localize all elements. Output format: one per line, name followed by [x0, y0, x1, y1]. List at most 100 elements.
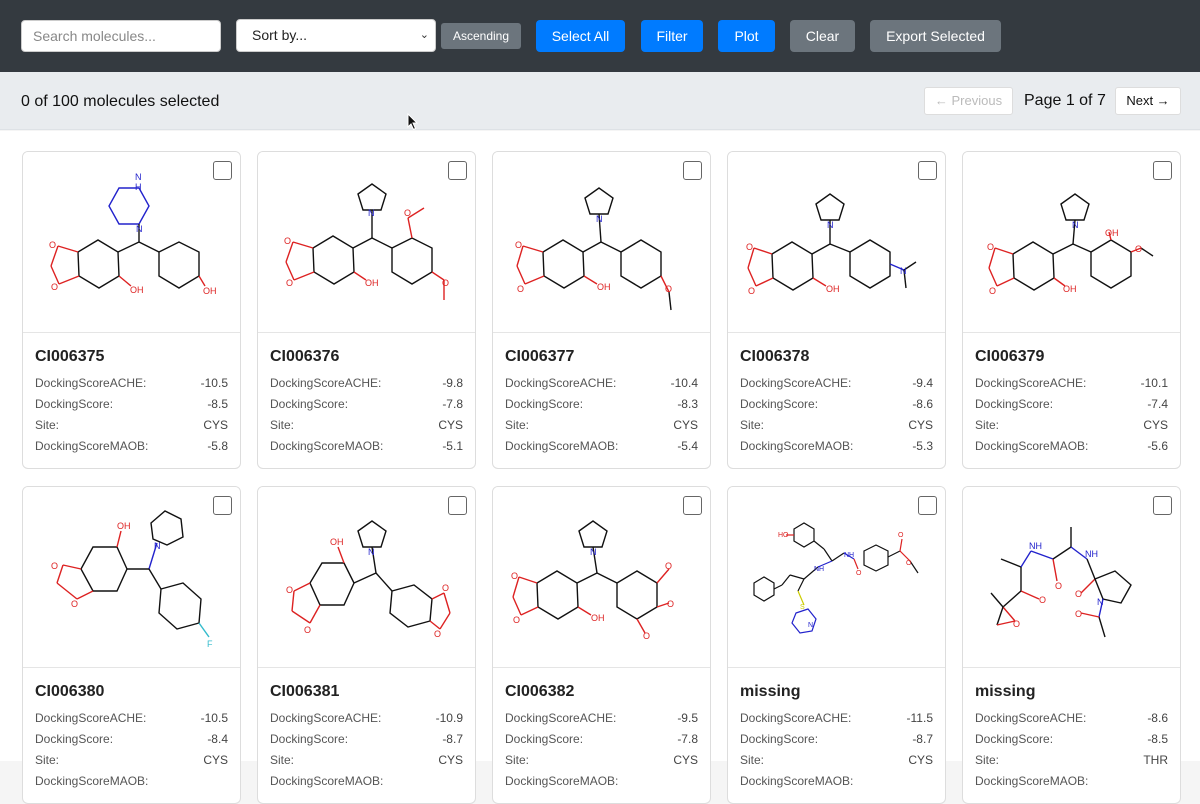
molecule-card[interactable]: N O O OH O O CI006376 DockingScoreACHE: -9.8…	[257, 151, 476, 469]
molecule-card[interactable]: NN OO OH CI006378 DockingScoreACHE: -9.4 …	[727, 151, 946, 469]
prop-value: -10.9	[435, 711, 463, 725]
select-checkbox[interactable]	[683, 161, 702, 180]
svg-text:N: N	[135, 172, 142, 182]
prop-label: DockingScoreACHE:	[505, 376, 617, 390]
svg-text:O: O	[442, 278, 449, 288]
select-checkbox[interactable]	[683, 496, 702, 515]
molecule-structure-image: NH NH OO OO NO	[963, 487, 1180, 668]
prop-value: CYS	[908, 753, 933, 767]
plot-button[interactable]: Plot	[718, 20, 775, 52]
svg-text:OH: OH	[117, 521, 131, 531]
select-checkbox[interactable]	[448, 161, 467, 180]
prop-label: DockingScore:	[740, 732, 819, 746]
svg-text:O: O	[286, 585, 293, 595]
molecule-card[interactable]: NH NH OO OO NO missing DockingScoreACHE: -…	[962, 486, 1181, 804]
molecule-id: CI006381	[270, 683, 340, 700]
prop-label: DockingScoreMAOB:	[35, 439, 149, 453]
svg-text:NH: NH	[844, 552, 854, 559]
svg-text:F: F	[207, 639, 213, 649]
prop-label: DockingScore:	[975, 732, 1054, 746]
svg-text:O: O	[513, 615, 520, 625]
molecule-id: CI006380	[35, 683, 105, 700]
prop-label: DockingScoreACHE:	[740, 711, 852, 725]
prop-value: -5.4	[677, 439, 698, 453]
svg-text:O: O	[1013, 619, 1020, 629]
svg-text:OH: OH	[330, 537, 344, 547]
molecule-card[interactable]: HN N OO OH OH CI006375 DockingScoreACHE: -…	[22, 151, 241, 469]
svg-text:N: N	[136, 224, 143, 234]
molecule-structure-image: N O O OH OH O	[963, 152, 1180, 333]
svg-text:HO: HO	[778, 532, 789, 539]
molecule-properties: DockingScoreACHE: -11.5 DockingScore: -8.7…	[740, 711, 933, 795]
svg-text:OH: OH	[203, 286, 217, 296]
ascending-toggle-button[interactable]: Ascending	[441, 23, 521, 49]
svg-text:O: O	[906, 560, 912, 567]
prop-label: DockingScore:	[975, 397, 1054, 411]
molecule-properties: DockingScoreACHE: -9.8 DockingScore: -7.8 …	[270, 376, 463, 460]
svg-text:OH: OH	[826, 284, 840, 294]
sort-select[interactable]: Sort by... ⌄	[236, 19, 436, 52]
molecule-card[interactable]: N O O OH OH O CI006379 DockingScoreACHE: -10…	[962, 151, 1181, 469]
select-checkbox[interactable]	[448, 496, 467, 515]
molecule-id: missing	[740, 683, 801, 700]
molecule-card[interactable]: N O O OH O O O CI006382 DockingScoreACHE: -9.…	[492, 486, 711, 804]
prop-value: -9.4	[912, 376, 933, 390]
svg-text:O: O	[1135, 244, 1142, 254]
svg-text:N: N	[590, 547, 597, 557]
svg-text:O: O	[1055, 581, 1062, 591]
prop-value: -10.4	[670, 376, 698, 390]
select-checkbox[interactable]	[1153, 161, 1172, 180]
prop-value: -7.4	[1147, 397, 1168, 411]
prop-label: DockingScoreACHE:	[270, 711, 382, 725]
prop-label: Site:	[740, 753, 765, 767]
molecule-structure-image: HN N OO OH OH	[23, 152, 240, 333]
mouse-cursor-icon	[407, 113, 419, 131]
select-checkbox[interactable]	[1153, 496, 1172, 515]
prop-label: DockingScoreACHE:	[270, 376, 382, 390]
svg-text:N: N	[1072, 220, 1079, 230]
prop-value: -8.7	[912, 732, 933, 746]
next-page-button[interactable]: Next →	[1115, 87, 1181, 115]
molecule-id: CI006382	[505, 683, 575, 700]
svg-text:OH: OH	[130, 285, 144, 295]
export-selected-button[interactable]: Export Selected	[870, 20, 1001, 52]
svg-text:NH: NH	[814, 566, 824, 573]
molecule-id: missing	[975, 683, 1036, 700]
prop-label: DockingScore:	[35, 732, 114, 746]
prop-label: DockingScoreMAOB:	[740, 439, 854, 453]
prop-label: Site:	[270, 418, 295, 432]
svg-text:O: O	[643, 631, 650, 641]
molecule-properties: DockingScoreACHE: -10.5 DockingScore: -8.4…	[35, 711, 228, 795]
clear-button[interactable]: Clear	[790, 20, 855, 52]
prop-label: DockingScoreMAOB:	[35, 774, 149, 788]
svg-text:O: O	[1039, 595, 1046, 605]
svg-text:O: O	[51, 561, 58, 571]
molecule-card[interactable]: N O O OH O CI006377 DockingScoreACHE: -10.4…	[492, 151, 711, 469]
molecule-card[interactable]: N OH O O O O CI006381 DockingScoreACHE: -10.…	[257, 486, 476, 804]
svg-text:O: O	[856, 570, 862, 577]
prop-label: DockingScoreMAOB:	[270, 439, 384, 453]
select-checkbox[interactable]	[918, 161, 937, 180]
prop-value: -10.1	[1140, 376, 1168, 390]
svg-text:O: O	[987, 242, 994, 252]
molecule-card[interactable]: HO NH NH O O O S N missing DockingScoreACHE:…	[727, 486, 946, 804]
filter-button[interactable]: Filter	[641, 20, 703, 52]
select-all-button[interactable]: Select All	[536, 20, 625, 52]
svg-text:O: O	[1075, 589, 1082, 599]
prop-label: DockingScore:	[270, 397, 349, 411]
prop-value: -5.6	[1147, 439, 1168, 453]
prop-value: -8.7	[442, 732, 463, 746]
svg-text:O: O	[284, 236, 291, 246]
molecule-structure-image: N OH O O F	[23, 487, 240, 668]
search-input[interactable]	[21, 20, 221, 52]
select-checkbox[interactable]	[213, 161, 232, 180]
molecule-properties: DockingScoreACHE: -10.5 DockingScore: -8.5…	[35, 376, 228, 460]
svg-text:N: N	[154, 541, 161, 551]
select-checkbox[interactable]	[918, 496, 937, 515]
select-checkbox[interactable]	[213, 496, 232, 515]
svg-text:O: O	[434, 629, 441, 639]
previous-page-button[interactable]: ← Previous	[924, 87, 1013, 115]
prop-value: THR	[1143, 753, 1168, 767]
molecule-card[interactable]: N OH O O F CI006380 DockingScoreACHE: -10.5…	[22, 486, 241, 804]
prop-label: DockingScoreACHE:	[35, 711, 147, 725]
